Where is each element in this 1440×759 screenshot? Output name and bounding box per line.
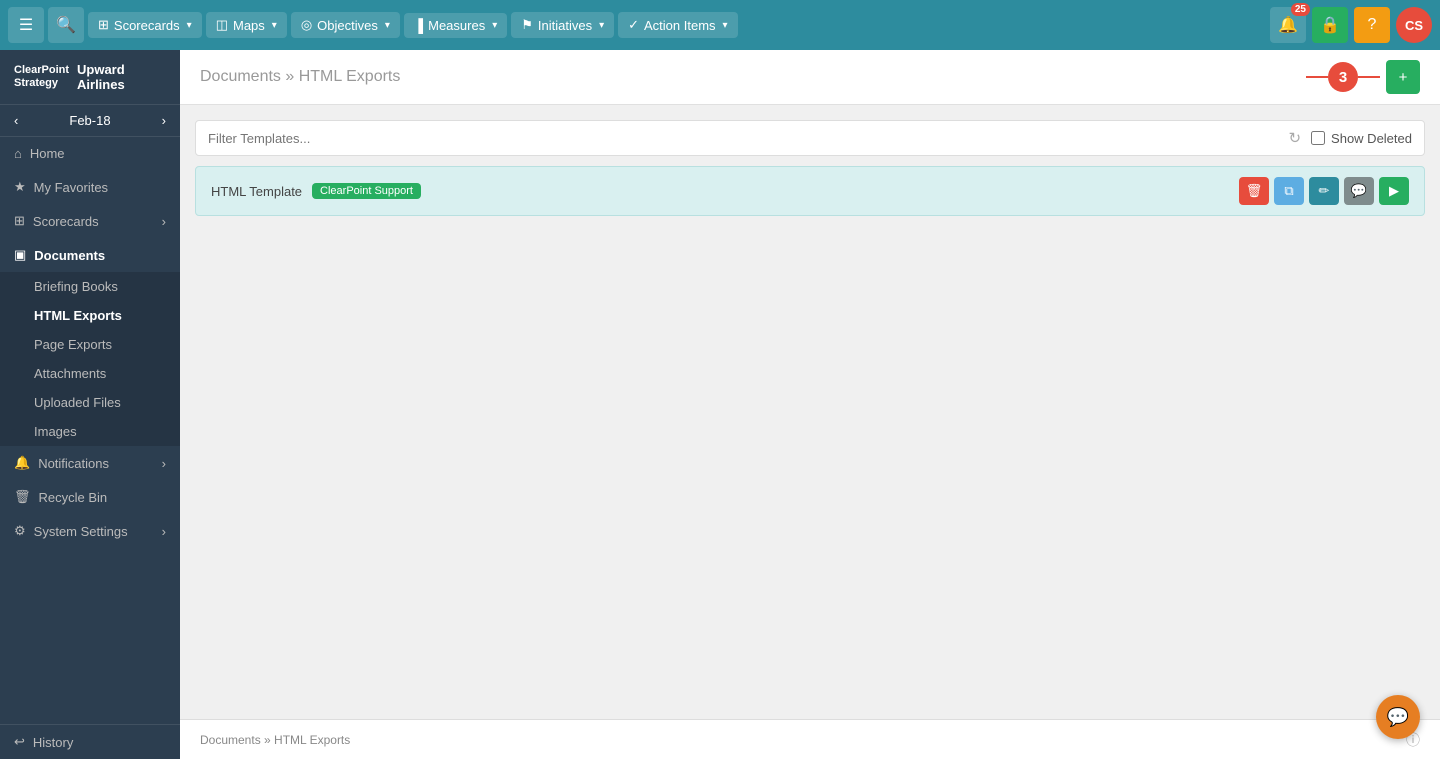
dropdown-arrow: ▾ <box>272 20 277 31</box>
filter-input[interactable] <box>208 131 1288 146</box>
sidebar-item-label: Home <box>30 146 65 161</box>
chevron-right-icon: › <box>162 214 166 229</box>
dropdown-arrow: ▾ <box>723 20 728 31</box>
sidebar-item-label: My Favorites <box>34 180 108 195</box>
title-separator: » <box>285 68 298 85</box>
nav-initiatives[interactable]: ⚑ Initiatives ▾ <box>511 12 614 38</box>
scorecards-icon: ⊞ <box>14 213 25 229</box>
period-prev-arrow[interactable]: ‹ <box>14 113 18 128</box>
sidebar-item-notifications[interactable]: 🔔 Notifications › <box>0 446 180 480</box>
sidebar-item-history[interactable]: ↩ History <box>0 725 180 759</box>
step-badge: 3 <box>1328 62 1358 92</box>
template-row: HTML Template ClearPoint Support 🗑 ⧉ ✏ 💬… <box>195 166 1425 216</box>
filter-bar: ↻ Show Deleted <box>195 120 1425 156</box>
dropdown-arrow: ▾ <box>599 20 604 31</box>
dropdown-arrow: ▾ <box>492 20 497 31</box>
show-deleted-label[interactable]: Show Deleted <box>1311 131 1412 146</box>
period-label: Feb-18 <box>69 113 110 128</box>
content-body: ↻ Show Deleted HTML Template ClearPoint … <box>180 105 1440 719</box>
copy-template-button[interactable]: ⧉ <box>1274 177 1304 205</box>
nav-action-items[interactable]: ✓ Action Items ▾ <box>618 12 737 38</box>
page-title: Documents » HTML Exports <box>200 68 400 86</box>
header-actions: 3 + <box>1306 60 1420 94</box>
favorites-icon: ★ <box>14 179 26 195</box>
user-avatar-button[interactable]: CS <box>1396 7 1432 43</box>
sidebar-item-briefing-books[interactable]: Briefing Books <box>0 272 180 301</box>
chevron-right-icon: › <box>162 524 166 539</box>
sidebar-item-html-exports[interactable]: HTML Exports <box>0 301 180 330</box>
sidebar-item-system-settings[interactable]: ⚙ System Settings › <box>0 514 180 548</box>
content-area: Documents » HTML Exports 3 + ↻ <box>180 50 1440 759</box>
settings-icon: ⚙ <box>14 523 26 539</box>
nav-objectives[interactable]: ◎ Objectives ▾ <box>291 12 400 38</box>
dropdown-arrow: ▾ <box>385 20 390 31</box>
sidebar-item-label: History <box>33 735 73 750</box>
sidebar-item-label: Recycle Bin <box>39 490 108 505</box>
search-button[interactable]: 🔍 <box>48 7 84 43</box>
comment-template-button[interactable]: 💬 <box>1344 177 1374 205</box>
menu-button[interactable]: ☰ <box>8 7 44 43</box>
run-template-button[interactable]: ▶ <box>1379 177 1409 205</box>
content-header: Documents » HTML Exports 3 + <box>180 50 1440 105</box>
initiatives-icon: ⚑ <box>521 17 533 33</box>
nav-maps[interactable]: ◫ Maps ▾ <box>206 12 287 38</box>
sidebar-item-uploaded-files[interactable]: Uploaded Files <box>0 388 180 417</box>
sidebar-item-documents[interactable]: ▣ Documents <box>0 238 180 272</box>
notifications-button[interactable]: 🔔 25 <box>1270 7 1306 43</box>
template-badge: ClearPoint Support <box>312 183 421 199</box>
nav-scorecards[interactable]: ⊞ Scorecards ▾ <box>88 12 202 38</box>
refresh-icon[interactable]: ↻ <box>1288 129 1301 147</box>
add-template-button[interactable]: + <box>1386 60 1420 94</box>
sidebar-item-favorites[interactable]: ★ My Favorites <box>0 170 180 204</box>
company-name: Upward Airlines <box>77 62 166 92</box>
sidebar-item-page-exports[interactable]: Page Exports <box>0 330 180 359</box>
sidebar-item-home[interactable]: ⌂ Home <box>0 137 180 170</box>
measures-icon: ▐ <box>414 18 423 33</box>
sidebar-item-attachments[interactable]: Attachments <box>0 359 180 388</box>
notification-badge: 25 <box>1291 3 1310 16</box>
template-name: HTML Template <box>211 184 302 199</box>
sidebar-item-label: Scorecards <box>33 214 99 229</box>
content-footer: Documents » HTML Exports ⓘ <box>180 719 1440 759</box>
chevron-right-icon: › <box>162 456 166 471</box>
period-selector[interactable]: ‹ Feb-18 › <box>0 105 180 137</box>
sidebar-item-label: Notifications <box>38 456 109 471</box>
sidebar: ClearPoint Strategy Upward Airlines ‹ Fe… <box>0 50 180 759</box>
history-icon: ↩ <box>14 734 25 750</box>
scorecards-icon: ⊞ <box>98 17 109 33</box>
chat-button[interactable]: 💬 <box>1376 695 1420 739</box>
footer-breadcrumb: Documents » HTML Exports <box>200 733 350 747</box>
maps-icon: ◫ <box>216 17 228 33</box>
top-navigation: ☰ 🔍 ⊞ Scorecards ▾ ◫ Maps ▾ ◎ Objectives… <box>0 0 1440 50</box>
sidebar-item-label: System Settings <box>34 524 128 539</box>
help-button[interactable]: ? <box>1354 7 1390 43</box>
sidebar-item-images[interactable]: Images <box>0 417 180 446</box>
documents-icon: ▣ <box>14 247 26 263</box>
period-next-arrow[interactable]: › <box>162 113 166 128</box>
sidebar-item-scorecards[interactable]: ⊞ Scorecards › <box>0 204 180 238</box>
template-actions: 🗑 ⧉ ✏ 💬 ▶ <box>1239 177 1409 205</box>
delete-template-button[interactable]: 🗑 <box>1239 177 1269 205</box>
dropdown-arrow: ▾ <box>187 20 192 31</box>
show-deleted-checkbox[interactable] <box>1311 131 1325 145</box>
home-icon: ⌂ <box>14 146 22 161</box>
notifications-icon: 🔔 <box>14 455 30 471</box>
action-items-icon: ✓ <box>628 17 639 33</box>
sidebar-logo: ClearPoint Strategy Upward Airlines <box>0 50 180 105</box>
objectives-icon: ◎ <box>301 17 312 33</box>
nav-measures[interactable]: ▐ Measures ▾ <box>404 13 507 38</box>
sidebar-item-label: Documents <box>34 248 105 263</box>
sidebar-item-recycle-bin[interactable]: 🗑 Recycle Bin <box>0 480 180 514</box>
edit-template-button[interactable]: ✏ <box>1309 177 1339 205</box>
lock-button[interactable]: 🔒 <box>1312 7 1348 43</box>
recycle-bin-icon: 🗑 <box>14 489 31 505</box>
